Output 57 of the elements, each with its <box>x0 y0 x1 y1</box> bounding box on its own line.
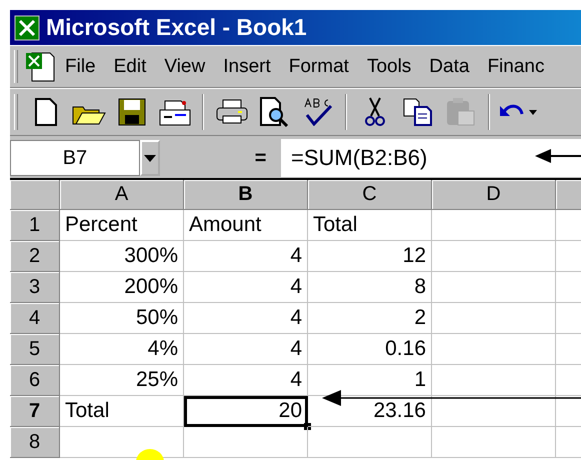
menu-item[interactable]: File <box>56 46 105 87</box>
row-header[interactable]: 8 <box>10 427 60 458</box>
row-header[interactable]: 6 <box>10 365 60 396</box>
formula-field[interactable]: =SUM(B2:B6) <box>281 139 581 177</box>
magnifier-page-icon <box>260 97 290 127</box>
printer-icon <box>216 99 248 125</box>
row-header[interactable]: 7 <box>10 396 60 427</box>
row-header[interactable]: 2 <box>10 241 60 272</box>
column-header[interactable]: A <box>60 180 184 210</box>
table-cell: 200% <box>60 272 184 303</box>
caret-icon <box>144 154 156 162</box>
row-header[interactable]: 5 <box>10 334 60 365</box>
table-cell: 0.16 <box>308 334 432 365</box>
menu-item[interactable]: Tools <box>358 46 420 87</box>
column-header[interactable]: B <box>184 180 308 210</box>
table-cell: 8 <box>308 272 432 303</box>
spell-check-icon <box>302 98 332 126</box>
select-all-corner[interactable] <box>10 180 60 210</box>
blank-page-icon <box>34 98 56 126</box>
menu-item[interactable]: Insert <box>214 46 280 87</box>
menu-item[interactable]: Data <box>420 46 478 87</box>
table-cell: Percent <box>60 210 184 241</box>
row-header[interactable]: 1 <box>10 210 60 241</box>
table-cell: 4 <box>184 365 308 396</box>
menu-item[interactable]: Format <box>280 46 358 87</box>
table-cell: 25% <box>60 365 184 396</box>
table-cell: 4 <box>184 272 308 303</box>
equals-sign: = <box>254 146 268 170</box>
table-cell: 20 <box>184 396 308 427</box>
table-cell: Amount <box>184 210 308 241</box>
row-header[interactable]: 3 <box>10 272 60 303</box>
table-cell: 4 <box>184 334 308 365</box>
table-cell: 4 <box>184 303 308 334</box>
name-box[interactable]: B7 <box>10 140 140 176</box>
mail-icon <box>158 98 190 126</box>
clipboard-icon <box>446 97 476 127</box>
column-header[interactable]: D <box>432 180 556 210</box>
pointer-arrow <box>535 148 581 164</box>
table-cell: 2 <box>308 303 432 334</box>
scissors-icon <box>364 97 386 127</box>
menu-item[interactable]: Financ <box>478 46 554 87</box>
copy-icon <box>402 98 432 126</box>
table-cell: 300% <box>60 241 184 272</box>
menu-item[interactable]: Edit <box>104 46 156 87</box>
row-header[interactable]: 4 <box>10 303 60 334</box>
spreadsheet-app-icon <box>14 14 40 40</box>
table-cell: 4 <box>184 241 308 272</box>
window-title: Microsoft Excel - Book1 <box>46 14 307 41</box>
menu-item[interactable]: View <box>155 46 214 87</box>
table-cell: 4% <box>60 334 184 365</box>
column-header[interactable]: C <box>308 180 432 210</box>
dropdown-button[interactable] <box>140 140 160 176</box>
workbook-icon <box>24 50 56 82</box>
table-cell: 50% <box>60 303 184 334</box>
table-cell: Total <box>60 396 184 427</box>
table-cell: 12 <box>308 241 432 272</box>
table-cell: Total <box>308 210 432 241</box>
